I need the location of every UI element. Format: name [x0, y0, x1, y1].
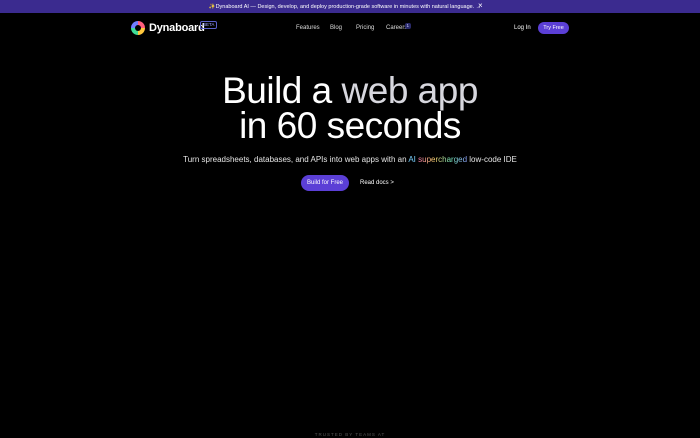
hero-subtitle: Turn spreadsheets, databases, and APIs i… [0, 155, 700, 164]
hero-title-line2: in 60 seconds [239, 105, 461, 146]
build-for-free-button[interactable]: Build for Free [301, 175, 349, 191]
top-nav: Dynaboard BETA Features Blog Pricing Car… [0, 13, 700, 43]
nav-links: Features Blog Pricing Careers [0, 25, 700, 35]
hero-title-line1: Build a web app [0, 72, 700, 109]
subtitle-supercharged: supercharged [418, 155, 468, 164]
subtitle-post: low-code IDE [467, 155, 517, 164]
announcement-banner[interactable]: ✨Dynaboard AI — Design, develop, and dep… [0, 0, 700, 13]
subtitle-pre: Turn spreadsheets, databases, and APIs i… [183, 155, 409, 164]
subtitle-ai: AI [408, 155, 416, 164]
nav-link-blog[interactable]: Blog [330, 25, 342, 31]
announcement-text[interactable]: ✨Dynaboard AI — Design, develop, and dep… [209, 4, 482, 10]
login-link[interactable]: Log In [514, 25, 531, 31]
close-icon[interactable]: × [478, 2, 483, 10]
try-free-button[interactable]: Try Free [538, 22, 569, 34]
nav-link-pricing[interactable]: Pricing [356, 25, 374, 31]
trusted-by-label: TRUSTED BY TEAMS AT [314, 432, 386, 437]
nav-link-features[interactable]: Features [296, 25, 320, 31]
careers-count-badge: 1 [405, 23, 411, 29]
read-docs-link[interactable]: Read docs > [360, 180, 394, 186]
